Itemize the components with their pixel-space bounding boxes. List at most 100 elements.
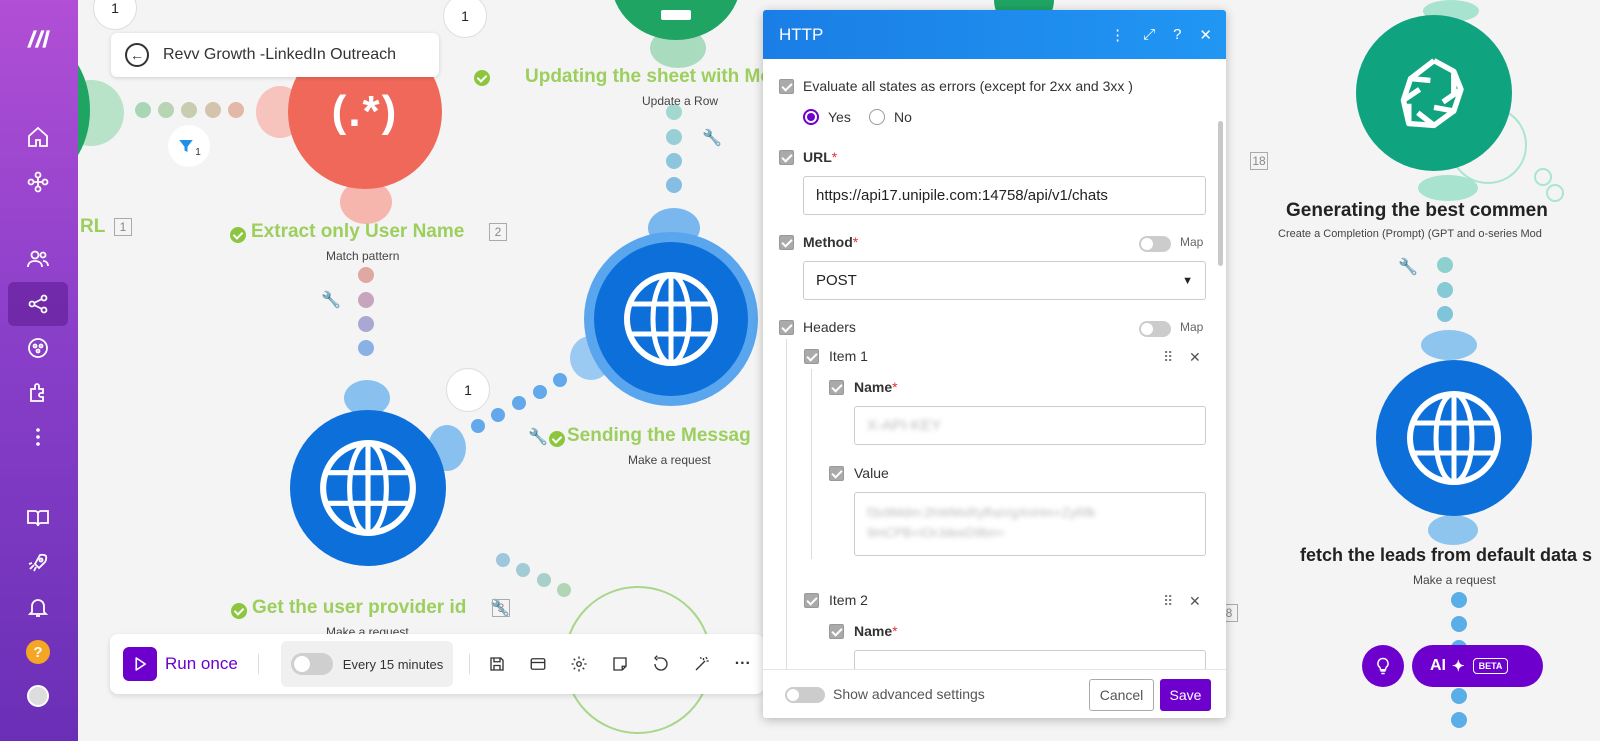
method-map-toggle[interactable] bbox=[1139, 236, 1171, 252]
back-arrow-icon[interactable]: ← bbox=[125, 43, 149, 67]
check-icon bbox=[230, 227, 246, 243]
headers-checkbox[interactable] bbox=[779, 320, 794, 335]
fetch-subtitle: Make a request bbox=[1413, 573, 1496, 587]
headers-map-toggle[interactable] bbox=[1139, 321, 1171, 337]
beta-badge: BETA bbox=[1472, 658, 1509, 674]
evaluate-checkbox[interactable] bbox=[779, 79, 794, 94]
kebab-menu-icon[interactable]: ⋮ bbox=[1110, 26, 1125, 44]
openai-icon bbox=[1400, 58, 1464, 129]
scenario-title-pill[interactable]: ← Revv Growth -LinkedIn Outreach bbox=[111, 33, 439, 77]
run-once-button[interactable] bbox=[123, 647, 157, 681]
extract-label[interactable]: Extract only User Name bbox=[251, 221, 464, 243]
connector-dot bbox=[557, 583, 571, 597]
connector-dot bbox=[228, 102, 244, 118]
lightbulb-button[interactable] bbox=[1362, 645, 1404, 687]
schedule-toggle[interactable] bbox=[290, 653, 333, 675]
play-icon bbox=[135, 657, 147, 671]
connector-dot bbox=[666, 153, 682, 169]
sending-label[interactable]: Sending the Messag bbox=[567, 425, 751, 447]
scheduling-icon[interactable] bbox=[527, 653, 549, 675]
wrench-icon[interactable]: 🔧 bbox=[528, 427, 548, 447]
wrench-icon[interactable]: 🔧 bbox=[702, 128, 722, 148]
headers-label: Headers bbox=[803, 319, 856, 335]
wrench-icon[interactable]: 🔧 bbox=[321, 290, 341, 310]
url-input[interactable]: https://api17.unipile.com:14758/api/v1/c… bbox=[803, 176, 1206, 215]
header1-name-input[interactable]: X-API-KEY bbox=[854, 406, 1206, 445]
connector-dot bbox=[666, 129, 682, 145]
cancel-button[interactable]: Cancel bbox=[1089, 679, 1154, 711]
advanced-settings-toggle[interactable] bbox=[785, 687, 825, 703]
method-checkbox[interactable] bbox=[779, 235, 794, 250]
rocket-icon[interactable] bbox=[21, 546, 55, 580]
http-node-sending[interactable] bbox=[594, 242, 748, 396]
scenarios-icon[interactable] bbox=[8, 282, 68, 326]
regex-icon: (.*) bbox=[331, 87, 399, 136]
settings-icon[interactable] bbox=[568, 653, 590, 675]
save-icon[interactable] bbox=[486, 653, 508, 675]
bubble-count[interactable]: 1 bbox=[446, 368, 490, 412]
undo-icon[interactable] bbox=[650, 653, 672, 675]
header1-value-input[interactable]: f3x9Mdm:2hWMxRyfhaVgXnHm+ZyRfk 9mCPB+IOr… bbox=[854, 492, 1206, 556]
url-checkbox[interactable] bbox=[779, 150, 794, 165]
item1-label: Item 1 bbox=[829, 348, 868, 364]
connector-dot bbox=[358, 292, 374, 308]
yes-radio[interactable] bbox=[803, 109, 819, 125]
globe-icon bbox=[320, 440, 416, 536]
connector-dot bbox=[666, 177, 682, 193]
save-button[interactable]: Save bbox=[1160, 679, 1211, 711]
panel-scrollbar[interactable] bbox=[1218, 121, 1223, 266]
connector-dot bbox=[158, 102, 174, 118]
expand-icon[interactable]: ⤢ bbox=[1143, 26, 1155, 43]
fetch-label[interactable]: fetch the leads from default data s bbox=[1300, 545, 1592, 566]
team-icon[interactable] bbox=[21, 242, 55, 276]
close-icon[interactable]: ✕ bbox=[1199, 26, 1212, 44]
no-radio[interactable] bbox=[869, 109, 885, 125]
http-node-fetch[interactable] bbox=[1376, 360, 1532, 516]
provider-label[interactable]: Get the user provider id bbox=[252, 597, 466, 619]
avatar[interactable] bbox=[21, 679, 55, 713]
remove-item-icon[interactable]: ✕ bbox=[1189, 349, 1201, 366]
url-node-label[interactable]: RL bbox=[80, 216, 105, 238]
connector-dot bbox=[533, 385, 547, 399]
check-icon bbox=[549, 431, 565, 447]
more-icon[interactable] bbox=[21, 420, 55, 454]
magic-wand-icon[interactable] bbox=[691, 653, 713, 675]
make-logo-icon[interactable] bbox=[21, 22, 55, 56]
docs-icon[interactable] bbox=[21, 501, 55, 535]
run-once-label[interactable]: Run once bbox=[165, 654, 238, 674]
connector-dot bbox=[135, 102, 151, 118]
value1-checkbox[interactable] bbox=[829, 466, 844, 481]
templates-icon[interactable] bbox=[21, 331, 55, 365]
more-options-icon[interactable]: ··· bbox=[732, 653, 754, 675]
organization-icon[interactable] bbox=[21, 165, 55, 199]
ai-assistant-button[interactable]: AI ✦ BETA bbox=[1412, 645, 1543, 687]
apps-icon[interactable] bbox=[21, 376, 55, 410]
remove-item-icon[interactable]: ✕ bbox=[1189, 593, 1201, 610]
name1-checkbox[interactable] bbox=[829, 380, 844, 395]
home-icon[interactable] bbox=[21, 120, 55, 154]
drag-handle-icon[interactable]: ⠿ bbox=[1163, 349, 1173, 366]
header2-name-input[interactable] bbox=[854, 650, 1206, 669]
generating-subtitle: Create a Completion (Prompt) (GPT and o-… bbox=[1278, 228, 1542, 240]
panel-header: HTTP ⋮ ⤢ ? ✕ bbox=[763, 10, 1226, 59]
item1-checkbox[interactable] bbox=[804, 349, 819, 364]
help-icon[interactable]: ? bbox=[1173, 26, 1181, 43]
http-node-provider[interactable] bbox=[290, 410, 446, 566]
notes-icon[interactable] bbox=[609, 653, 631, 675]
filter-icon[interactable]: 1 bbox=[168, 125, 210, 167]
drag-handle-icon[interactable]: ⠿ bbox=[1163, 593, 1173, 610]
help-icon[interactable]: ? bbox=[21, 635, 55, 669]
generating-label[interactable]: Generating the best commen bbox=[1286, 200, 1548, 222]
wrench-icon[interactable]: 🔧 bbox=[1398, 257, 1418, 277]
openai-node[interactable] bbox=[1356, 15, 1512, 171]
update-sheet-label[interactable]: Updating the sheet with Mess bbox=[525, 66, 792, 88]
connector-dot bbox=[512, 396, 526, 410]
connector-dot bbox=[1451, 688, 1467, 704]
globe-icon bbox=[624, 272, 718, 366]
method-select[interactable]: POST ▼ bbox=[803, 261, 1206, 300]
connector-dot bbox=[491, 408, 505, 422]
bell-icon[interactable] bbox=[21, 590, 55, 624]
name2-checkbox[interactable] bbox=[829, 624, 844, 639]
item2-checkbox[interactable] bbox=[804, 593, 819, 608]
schedule-control[interactable]: Every 15 minutes bbox=[280, 641, 453, 687]
